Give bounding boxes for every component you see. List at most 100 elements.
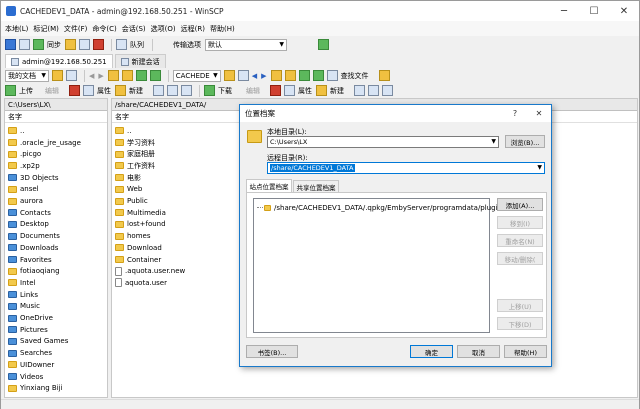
transfer-options-select[interactable]: 默认 ▼ [205, 38, 287, 51]
close-icon[interactable]: ✕ [527, 105, 551, 122]
list-item[interactable]: Yinxiang Biji [8, 382, 63, 394]
list-item[interactable]: ansel [8, 184, 39, 196]
sync-browse-icon[interactable] [65, 39, 76, 50]
list-item[interactable]: 工作资料 [115, 160, 155, 172]
minimize-icon[interactable]: ─ [549, 1, 579, 21]
maximize-icon[interactable]: ☐ [579, 1, 609, 21]
home-icon[interactable] [135, 70, 147, 81]
add-button[interactable]: 添加(A)... [497, 198, 543, 211]
list-item[interactable]: .picgo [8, 148, 41, 160]
menu-options[interactable]: 选项(O) [151, 24, 176, 34]
close-icon[interactable]: ✕ [609, 1, 639, 21]
list-item[interactable]: 3D Objects [8, 172, 59, 184]
new-icon[interactable] [316, 85, 327, 96]
remote-dir-select[interactable]: CACHEDE ▼ [172, 69, 221, 82]
refresh-icon[interactable] [149, 70, 161, 81]
tab-session[interactable]: admin@192.168.50.251 [5, 54, 113, 68]
move-down-button[interactable]: 下移(D) [497, 317, 543, 330]
new-button[interactable]: 新建 [330, 86, 344, 96]
local-column-name[interactable]: 名字 [5, 112, 107, 123]
open-dir-icon[interactable] [223, 70, 235, 81]
delete-icon[interactable] [69, 85, 80, 96]
menu-help[interactable]: 帮助(H) [210, 24, 235, 34]
list-item[interactable]: .. [8, 125, 24, 137]
remote-dir-input[interactable]: /share/CACHEDEV1_DATA ▼ [267, 162, 545, 174]
local-view-icon[interactable] [5, 39, 16, 50]
check-icon[interactable] [382, 85, 393, 96]
delete-icon[interactable] [270, 85, 281, 96]
browse-button[interactable]: 浏览(B)... [505, 135, 545, 148]
list-item[interactable]: Favorites [8, 254, 52, 266]
menu-session[interactable]: 会话(S) [122, 24, 146, 34]
putty-icon[interactable] [93, 39, 104, 50]
list-item[interactable]: .xp2p [8, 160, 40, 172]
ok-button[interactable]: 确定 [410, 345, 453, 358]
new-icon[interactable] [115, 85, 126, 96]
list-item[interactable]: homes [115, 230, 151, 242]
new-button[interactable]: 新建 [129, 86, 143, 96]
properties-button[interactable]: 属性 [298, 86, 312, 96]
move-to-button[interactable]: 移到(I) [497, 216, 543, 229]
move-up-button[interactable]: 上移(U) [497, 299, 543, 312]
list-item[interactable]: Downloads [8, 242, 58, 254]
root-dir-icon[interactable] [121, 70, 133, 81]
list-item[interactable]: Documents [8, 230, 60, 242]
transfer-settings-icon[interactable] [318, 39, 329, 50]
menu-remote[interactable]: 远程(R) [181, 24, 205, 34]
filter-icon[interactable] [237, 70, 249, 81]
list-item[interactable]: 学习资料 [115, 137, 155, 149]
list-item[interactable]: Pictures [8, 324, 48, 336]
local-drive-select[interactable]: 我的文档 ▼ [5, 69, 49, 82]
list-item[interactable]: Videos [8, 371, 43, 383]
cancel-button[interactable]: 取消 [457, 345, 500, 358]
properties-icon[interactable] [284, 85, 295, 96]
extra-icon[interactable] [378, 70, 390, 81]
list-item[interactable]: Saved Games [8, 336, 68, 348]
list-item[interactable]: 家庭相册 [115, 148, 155, 160]
list-item[interactable]: fotiaoqiang [8, 265, 60, 277]
back-icon[interactable]: ◀ [252, 72, 257, 80]
find-files-icon[interactable] [326, 70, 338, 81]
queue-icon[interactable] [116, 39, 127, 50]
filter-icon[interactable] [52, 70, 63, 81]
list-item[interactable]: Download [115, 242, 162, 254]
root-dir-icon[interactable] [284, 70, 296, 81]
list-item[interactable]: .oracle_jre_usage [8, 137, 81, 149]
download-icon[interactable] [204, 85, 215, 96]
check-icon[interactable] [181, 85, 192, 96]
list-item[interactable]: lost+found [115, 219, 166, 231]
list-item[interactable]: Intel [8, 277, 36, 289]
forward-icon[interactable]: ▶ [98, 72, 103, 80]
help-button[interactable]: 帮助(H) [504, 345, 547, 358]
console-icon[interactable] [79, 39, 90, 50]
forward-icon[interactable]: ▶ [261, 72, 266, 80]
home-icon[interactable] [298, 70, 310, 81]
download-button[interactable]: 下载 [218, 86, 232, 96]
move-delete-button[interactable]: 移动/删除( [497, 252, 543, 265]
list-item[interactable]: Music [8, 301, 40, 313]
back-icon[interactable]: ◀ [89, 72, 94, 80]
list-item[interactable]: UIDowner [8, 359, 54, 371]
list-item[interactable]: .. [115, 125, 131, 137]
list-item[interactable]: .aquota.user.new [115, 265, 185, 277]
sync-button[interactable]: 同步 [47, 40, 61, 50]
rename-button[interactable]: 重命名(N) [497, 234, 543, 247]
upload-button[interactable]: 上传 [19, 86, 33, 96]
properties-icon[interactable] [83, 85, 94, 96]
parent-dir-icon[interactable] [107, 70, 119, 81]
filter-dropdown-icon[interactable] [66, 70, 77, 81]
menu-command[interactable]: 命令(C) [92, 24, 116, 34]
local-dir-input[interactable]: C:\Users\LX ▼ [267, 136, 499, 148]
tab-new-session[interactable]: 新建会话 [114, 54, 166, 68]
menu-local[interactable]: 本地(L) [5, 24, 28, 34]
minus-icon[interactable] [368, 85, 379, 96]
list-item[interactable]: aquota.user [115, 277, 167, 289]
tab-site-profiles[interactable]: 站点位置档案 [246, 179, 292, 192]
menu-mark[interactable]: 标记(M) [33, 24, 59, 34]
list-item[interactable]: aurora [8, 195, 43, 207]
list-item[interactable]: Searches [8, 347, 52, 359]
sync-icon[interactable] [33, 39, 44, 50]
list-item[interactable]: OneDrive [8, 312, 53, 324]
refresh-icon[interactable] [312, 70, 324, 81]
list-item[interactable]: 电影 [115, 172, 141, 184]
